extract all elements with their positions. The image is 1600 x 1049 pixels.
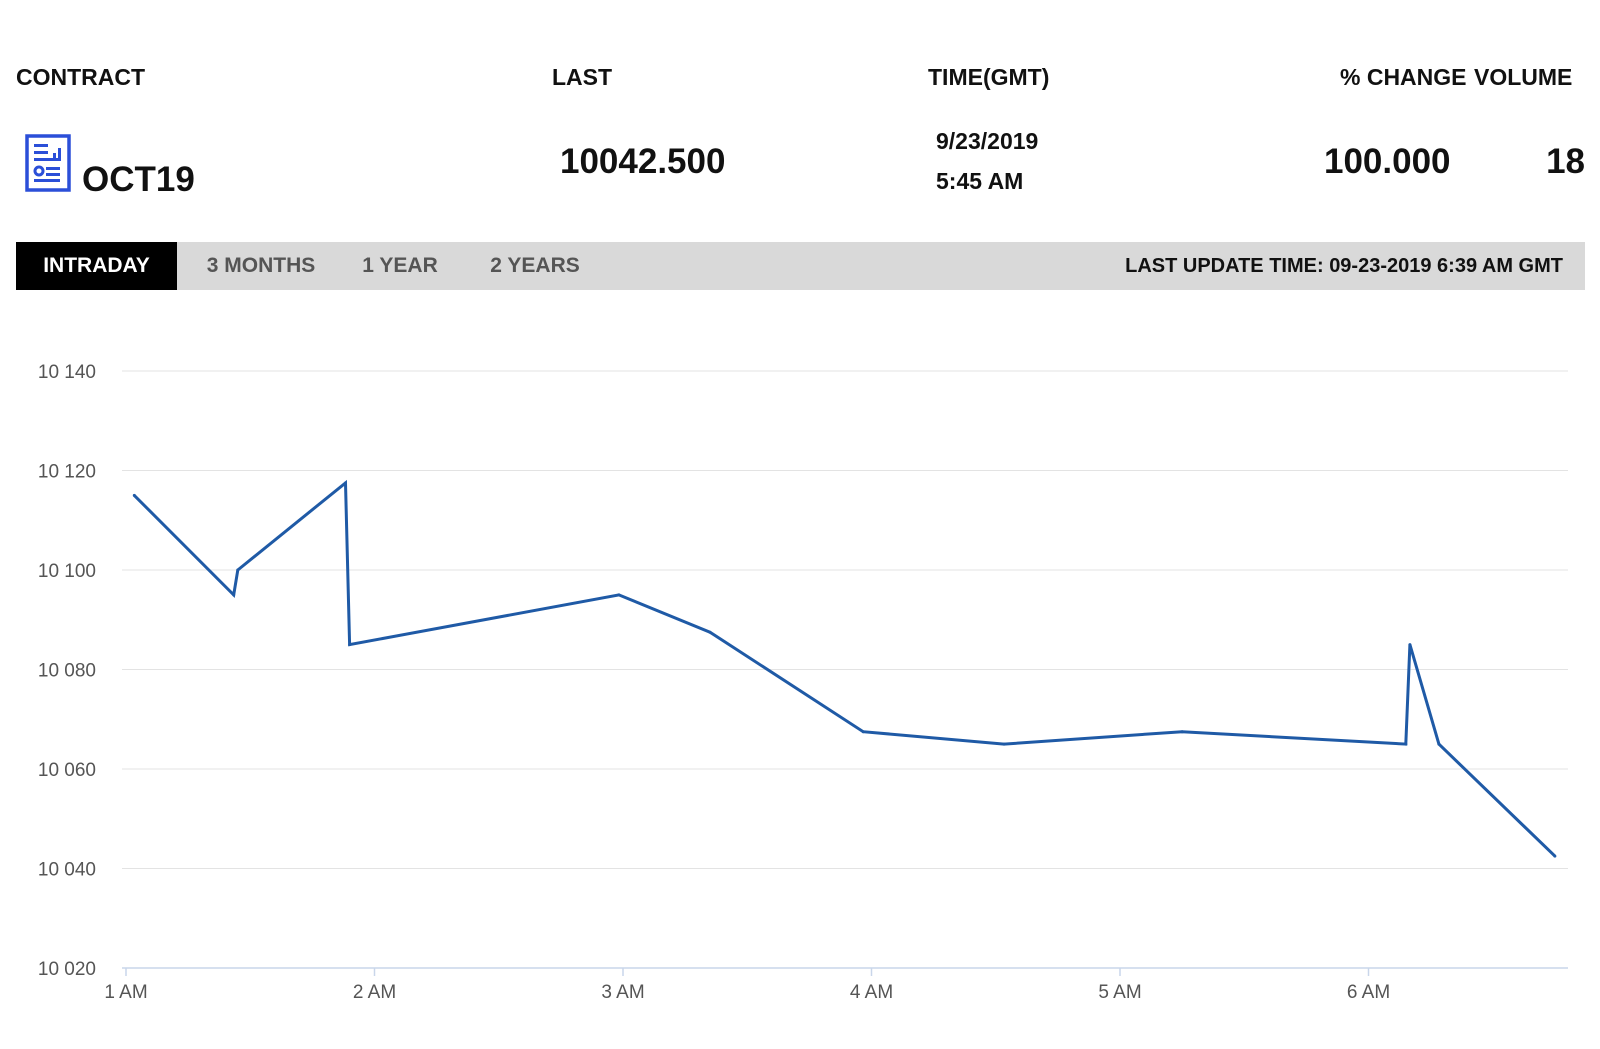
x-tick-label: 4 AM <box>850 982 893 1003</box>
volume-value: 18 <box>1546 142 1585 181</box>
contract-column-header: CONTRACT <box>16 64 146 90</box>
volume-column-header: VOLUME <box>1474 64 1573 90</box>
y-tick-label: 10 060 <box>38 760 96 781</box>
last-price: 10042.500 <box>560 142 726 181</box>
intraday-price-chart: 10 020 10 040 10 060 10 080 10 100 10 120 10 1… <box>38 362 1568 1003</box>
tab-2-years[interactable]: 2 YEARS <box>455 242 615 290</box>
price-data-point <box>344 481 348 485</box>
price-data-point <box>236 568 240 572</box>
tab-3-months[interactable]: 3 MONTHS <box>177 242 345 290</box>
price-data-point <box>1408 643 1412 647</box>
quote-date: 9/23/2019 <box>936 128 1039 154</box>
price-data-point <box>1437 742 1441 746</box>
price-data-point <box>1180 730 1184 734</box>
tab-1-year[interactable]: 1 YEAR <box>345 242 455 290</box>
report-document-icon[interactable] <box>25 134 71 192</box>
last-column-header: LAST <box>552 64 613 90</box>
y-tick-label: 10 140 <box>38 362 96 383</box>
y-tick-label: 10 100 <box>38 561 96 582</box>
percent-change: 100.000 <box>1324 142 1451 181</box>
price-data-point <box>132 493 136 497</box>
x-tick-label: 3 AM <box>601 982 644 1003</box>
x-tick-label: 5 AM <box>1098 982 1141 1003</box>
timeframe-tabbar: INTRADAY 3 MONTHS 1 YEAR 2 YEARS LAST UP… <box>16 242 1585 290</box>
x-tick-label: 2 AM <box>353 982 396 1003</box>
price-data-point <box>1002 742 1006 746</box>
x-tick-label: 6 AM <box>1347 982 1390 1003</box>
tab-intraday[interactable]: INTRADAY <box>16 242 177 290</box>
y-tick-label: 10 080 <box>38 661 96 682</box>
price-data-point <box>708 630 712 634</box>
x-tick-label: 1 AM <box>104 982 147 1003</box>
y-tick-label: 10 040 <box>38 860 96 881</box>
time-column-header: TIME(GMT) <box>928 64 1050 90</box>
quote-time: 5:45 AM <box>936 168 1024 194</box>
contract-name[interactable]: OCT19 <box>82 160 195 200</box>
last-update-time: LAST UPDATE TIME: 09-23-2019 6:39 AM GMT <box>1125 255 1563 277</box>
price-data-point <box>861 730 865 734</box>
price-data-point <box>232 593 236 597</box>
y-tick-label: 10 120 <box>38 462 96 483</box>
price-data-point <box>617 593 621 597</box>
price-data-point <box>1404 742 1408 746</box>
price-data-point <box>1553 854 1557 858</box>
change-column-header: % CHANGE <box>1340 64 1467 90</box>
price-data-point <box>348 643 352 647</box>
y-tick-label: 10 020 <box>38 959 96 980</box>
